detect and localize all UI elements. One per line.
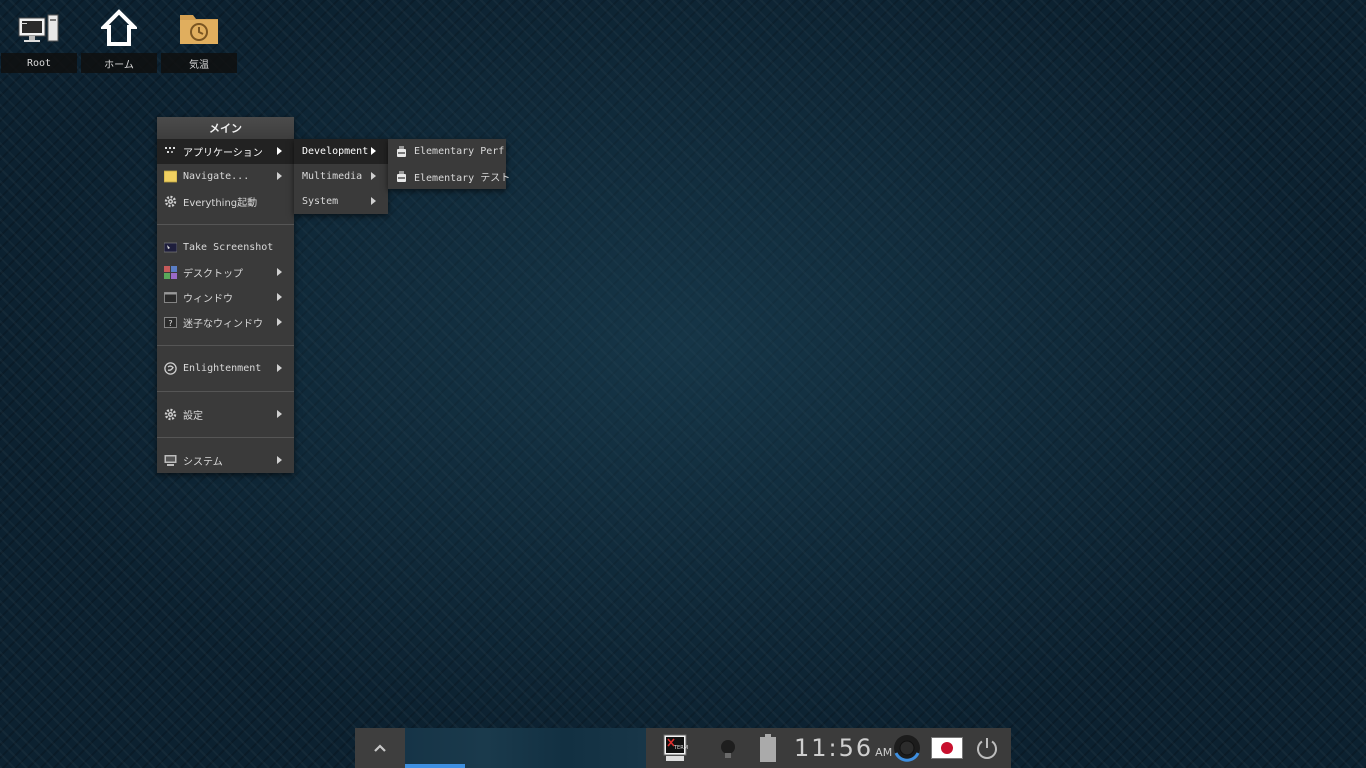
elementary-app-icon	[397, 146, 406, 157]
svg-text:?: ?	[168, 319, 172, 328]
japan-flag-icon	[931, 737, 963, 759]
backlight-gadget[interactable]	[718, 738, 738, 760]
computer-icon	[18, 14, 59, 42]
menu-item-take-screenshot[interactable]: Take Screenshot	[157, 235, 294, 260]
gear-icon	[164, 195, 177, 208]
chevron-right-icon	[277, 364, 282, 372]
menu-item-label: Elementary Perf	[414, 146, 505, 157]
menu-item-development[interactable]: Development	[294, 139, 388, 164]
menu-item-windows[interactable]: ウィンドウ	[157, 285, 294, 310]
applications-icon	[165, 147, 175, 153]
clock-time: 11:56	[794, 734, 874, 762]
menu-item-label: Development	[302, 146, 369, 157]
menu-title: メイン	[157, 117, 294, 139]
menu-item-label: Everything起動	[183, 198, 258, 209]
menu-item-label: 迷子なウィンドウ	[183, 319, 263, 330]
chevron-right-icon	[277, 293, 282, 301]
menu-item-elementary-test[interactable]: Elementary テスト	[388, 164, 510, 189]
menu-item-system[interactable]: システム	[157, 448, 294, 473]
system-tray: TERM 11:56 AM	[646, 728, 1011, 768]
menu-item-label: System	[302, 196, 339, 207]
desktop-icon-label: 気温	[161, 53, 237, 73]
power-icon	[977, 738, 997, 759]
xterm-label: TERM	[674, 745, 689, 751]
menu-item-label: Take Screenshot	[183, 242, 274, 253]
chevron-right-icon	[277, 318, 282, 326]
volume-knob-icon	[894, 735, 920, 762]
menu-item-label: ウィンドウ	[183, 294, 233, 305]
menu-separator	[157, 335, 294, 356]
chevron-right-icon	[371, 197, 376, 205]
desktop-icon-label: Root	[1, 53, 77, 73]
menu-item-label: 設定	[183, 411, 203, 422]
menu-item-label: システム	[183, 457, 223, 468]
home-icon	[101, 9, 137, 46]
desktop-icon-root[interactable]: Root	[0, 0, 78, 74]
menu-item-enlightenment[interactable]: Enlightenment	[157, 356, 294, 381]
folder-icon	[164, 170, 177, 183]
desktop-icon-weather[interactable]: 気温	[160, 0, 238, 74]
menu-item-navigate[interactable]: Navigate...	[157, 164, 294, 189]
menu-separator	[157, 214, 294, 235]
menu-item-everything[interactable]: Everything起動	[157, 189, 294, 214]
menu-item-label: Multimedia	[302, 171, 363, 182]
menu-item-label: Navigate...	[183, 171, 250, 182]
menu-item-label: アプリケーション	[183, 148, 263, 159]
chevron-right-icon	[277, 410, 282, 418]
chevron-right-icon	[371, 147, 376, 155]
menu-item-lost-windows[interactable]: ? 迷子なウィンドウ	[157, 310, 294, 335]
menu-item-label: デスクトップ	[183, 269, 243, 280]
menu-item-system-apps[interactable]: System	[294, 189, 388, 214]
window-icon	[164, 292, 177, 303]
elementary-app-icon	[397, 171, 406, 182]
desktop-icon-home[interactable]: ホーム	[80, 0, 158, 74]
shelf-menu-button[interactable]	[355, 728, 405, 768]
lightbulb-icon	[721, 740, 735, 758]
battery-icon	[760, 734, 776, 762]
gear-icon	[164, 408, 177, 421]
menu-separator	[157, 381, 294, 402]
menu-item-settings[interactable]: 設定	[157, 402, 294, 427]
menu-item-label: Enlightenment	[183, 363, 262, 374]
enlightenment-logo-icon	[164, 362, 177, 375]
monitor-icon	[164, 455, 177, 466]
clock[interactable]: 11:56 AM	[794, 734, 892, 762]
menu-item-desktop[interactable]: デスクトップ	[157, 260, 294, 285]
chevron-right-icon	[277, 147, 282, 155]
menu-item-label: Elementary テスト	[414, 173, 511, 184]
power-button[interactable]	[975, 736, 999, 760]
chevron-right-icon	[277, 456, 282, 464]
virtual-desktop-pager[interactable]	[405, 728, 646, 768]
chevron-up-icon	[374, 744, 386, 752]
chevron-right-icon	[277, 172, 282, 180]
clock-folder-icon	[180, 15, 218, 44]
screenshot-icon	[164, 242, 177, 253]
desktop-icon-label: ホーム	[81, 53, 157, 73]
development-submenu: Elementary Perf Elementary テスト	[388, 139, 510, 189]
menu-item-multimedia[interactable]: Multimedia	[294, 164, 388, 189]
keyboard-layout-gadget[interactable]	[931, 737, 963, 759]
active-desktop-indicator	[405, 764, 465, 768]
applications-submenu: Development Multimedia System	[294, 139, 388, 214]
mixer-gadget[interactable]	[892, 733, 922, 763]
menu-item-elementary-perf[interactable]: Elementary Perf	[388, 139, 506, 164]
menu-item-applications[interactable]: アプリケーション	[157, 139, 294, 164]
lost-window-icon: ?	[164, 317, 177, 328]
clock-ampm: AM	[875, 746, 893, 759]
chevron-right-icon	[371, 172, 376, 180]
menu-separator	[157, 427, 294, 448]
chevron-right-icon	[277, 268, 282, 276]
desktop-grid-icon	[164, 266, 177, 279]
main-menu: メイン アプリケーション Navigate... Everything起動 Ta…	[157, 117, 294, 473]
xterm-launcher[interactable]: TERM	[662, 734, 688, 762]
battery-gadget[interactable]	[758, 733, 778, 763]
